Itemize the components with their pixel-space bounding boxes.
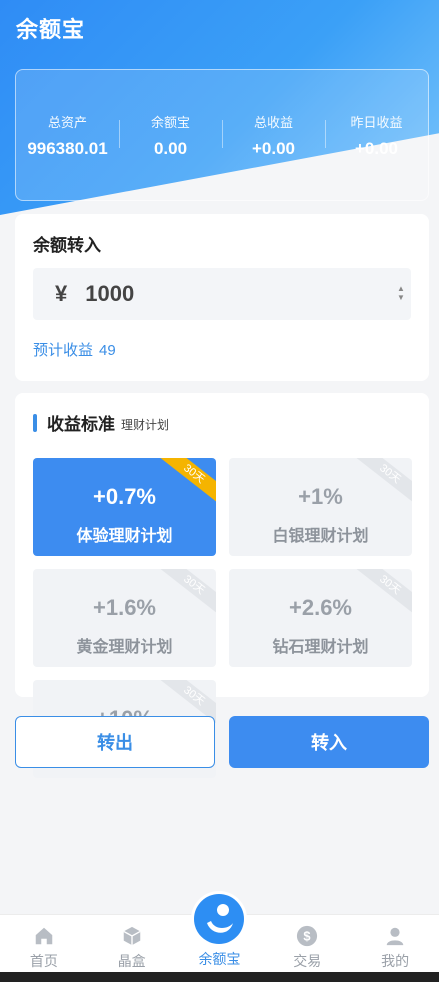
stepper-down-icon[interactable]: ▼ xyxy=(397,293,405,302)
dollar-coin-icon: $ xyxy=(263,923,351,949)
plan-option-trial[interactable]: 30天 +0.7% 体验理财计划 xyxy=(33,458,216,556)
stat-yesterday-earnings: 昨日收益 +0.00 xyxy=(325,112,428,159)
stat-total-assets: 总资产 996380.01 xyxy=(16,112,119,159)
bottom-tab-bar: 首页 晶盒 余额宝 $ 交易 我的 xyxy=(0,891,439,972)
plan-rate: +1% xyxy=(298,484,343,509)
currency-symbol: ¥ xyxy=(55,281,68,306)
plans-title: 收益标准 xyxy=(47,415,115,434)
tab-yuebao[interactable]: 余额宝 xyxy=(176,891,264,972)
tab-label: 晶盒 xyxy=(117,953,146,969)
tab-profile[interactable]: 我的 xyxy=(351,915,439,972)
stat-total-earnings: 总收益 +0.00 xyxy=(222,112,325,159)
estimate-label: 预计收益 xyxy=(33,342,94,359)
tab-home[interactable]: 首页 xyxy=(0,915,88,972)
plan-name: 体验理财计划 xyxy=(76,528,173,545)
estimate-value: 49 xyxy=(99,342,116,359)
system-nav-bar xyxy=(0,972,439,982)
tab-label: 首页 xyxy=(29,953,58,969)
plans-header: 收益标准 理财计划 xyxy=(33,410,169,435)
asset-summary-card: 总资产 996380.01 余额宝 0.00 总收益 +0.00 昨日收益 +0… xyxy=(15,69,429,201)
tab-box[interactable]: 晶盒 xyxy=(88,915,176,972)
tab-label: 余额宝 xyxy=(198,951,241,967)
stat-label: 昨日收益 xyxy=(350,114,403,130)
plan-rate: +1.6% xyxy=(93,595,156,620)
plan-name: 白银理财计划 xyxy=(272,528,369,545)
tab-trade[interactable]: $ 交易 xyxy=(263,915,351,972)
plan-rate: +0.7% xyxy=(93,484,156,509)
transfer-in-card: 余额转入 ¥ ▲ ▼ 预计收益 49 xyxy=(15,214,429,381)
amount-stepper[interactable]: ▲ ▼ xyxy=(395,282,407,304)
plan-option-diamond[interactable]: 30天 +2.6% 钻石理财计划 xyxy=(229,569,412,667)
tab-label: 交易 xyxy=(293,953,322,969)
plan-option-silver[interactable]: 30天 +1% 白银理财计划 xyxy=(229,458,412,556)
amount-field[interactable]: ¥ ▲ ▼ xyxy=(33,268,411,320)
section-accent-bar xyxy=(33,413,37,432)
stepper-up-icon[interactable]: ▲ xyxy=(397,284,405,293)
stat-value: 996380.01 xyxy=(27,138,108,158)
plan-name: 黄金理财计划 xyxy=(76,639,173,656)
transfer-out-button[interactable]: 转出 xyxy=(15,716,215,768)
home-icon xyxy=(0,923,88,949)
stat-value: 0.00 xyxy=(153,138,188,158)
transfer-title: 余额转入 xyxy=(33,236,101,255)
tab-label: 我的 xyxy=(381,953,410,969)
transfer-in-button[interactable]: 转入 xyxy=(229,716,429,768)
stat-value: +0.00 xyxy=(354,138,398,158)
page-title: 余额宝 xyxy=(16,17,86,42)
stat-label: 总收益 xyxy=(253,114,293,130)
stat-yuebao-balance: 余额宝 0.00 xyxy=(119,112,222,159)
stat-label: 余额宝 xyxy=(150,114,190,130)
stat-value: +0.00 xyxy=(251,138,295,158)
plan-option-gold[interactable]: 30天 +1.6% 黄金理财计划 xyxy=(33,569,216,667)
plans-subtitle: 理财计划 xyxy=(121,418,170,432)
estimated-earnings: 预计收益 49 xyxy=(33,339,116,360)
amount-input[interactable] xyxy=(85,281,346,307)
plan-name: 钻石理财计划 xyxy=(272,639,369,656)
user-icon xyxy=(351,923,439,949)
box-icon xyxy=(88,923,176,949)
yuebao-logo-icon xyxy=(191,891,248,947)
plan-rate: +2.6% xyxy=(289,595,352,620)
stat-label: 总资产 xyxy=(47,114,87,130)
svg-text:$: $ xyxy=(304,929,311,944)
